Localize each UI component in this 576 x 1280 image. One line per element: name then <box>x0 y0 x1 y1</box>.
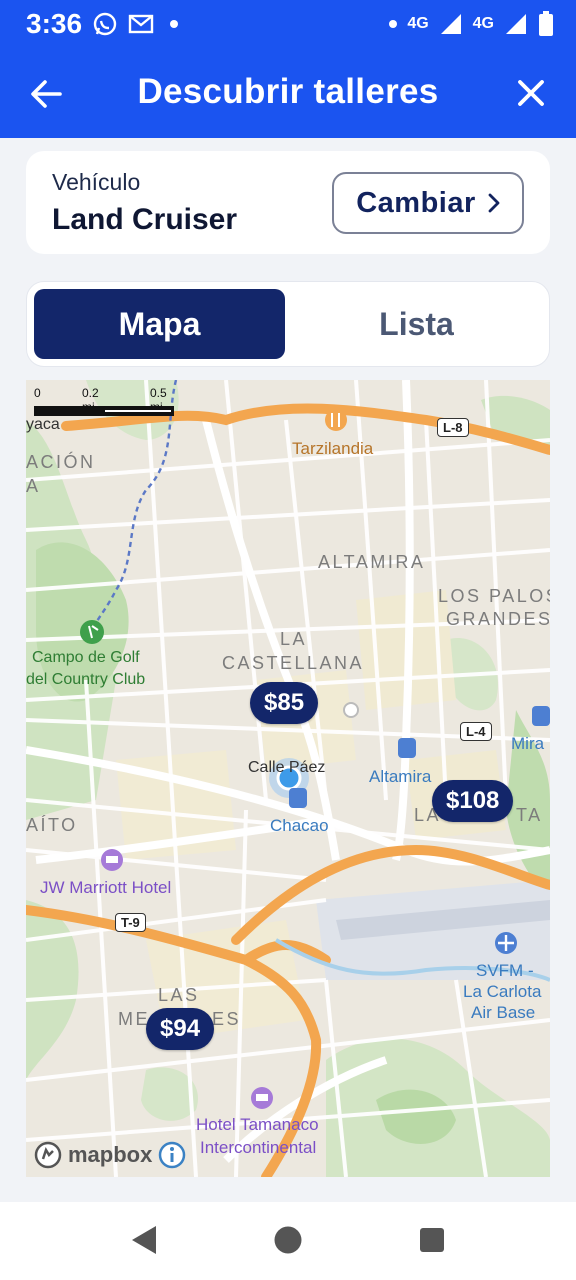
circle-home-icon[interactable] <box>273 1224 303 1256</box>
status-time: 3:36 <box>26 8 83 39</box>
map-area-label: ES <box>212 1009 242 1029</box>
map-area-label: LA <box>280 629 308 649</box>
network-type: 4G <box>407 15 429 32</box>
notification-dot <box>170 20 179 28</box>
close-icon[interactable] <box>516 78 546 108</box>
square-recents-icon[interactable] <box>418 1224 446 1256</box>
poi-label: JW Marriott Hotel <box>40 878 172 897</box>
map-area-label: ACIÓN <box>26 452 96 472</box>
road-shield: T-9 <box>115 913 146 932</box>
map-view[interactable]: 0 0.2 mi 0.5 mi yaca ACIÓN A ALTAMIRA LO… <box>26 380 550 1177</box>
price-marker[interactable]: $94 <box>146 1008 215 1050</box>
scale-zero: 0 <box>34 386 41 400</box>
map-area-label: LOS PALOS <box>438 586 550 606</box>
map-area-label: TA <box>516 805 543 825</box>
map-area-label: GRANDES <box>446 609 550 629</box>
vehicle-label: Vehículo <box>52 169 141 195</box>
poi-label: del Country Club <box>26 671 146 688</box>
map-area-label: CASTELLANA <box>222 653 365 673</box>
poi-label: Intercontinental <box>200 1138 317 1157</box>
chevron-right-icon <box>488 193 500 213</box>
poi-label: SVFM - <box>476 961 534 980</box>
map-base-layer <box>26 380 550 1177</box>
battery-icon <box>539 11 553 36</box>
status-bar: 3:36 4G 4G <box>0 0 576 48</box>
map-area-label: A <box>26 476 41 496</box>
app-bar: Descubrir talleres <box>0 48 576 138</box>
notification-dot <box>389 20 398 28</box>
mapbox-logo-text: mapbox <box>68 1142 153 1167</box>
price-marker[interactable]: $85 <box>250 682 319 724</box>
view-toggle: Mapa Lista <box>26 281 550 367</box>
poi-label: Tarzilandia <box>292 439 374 458</box>
mapbox-attribution[interactable]: mapbox <box>34 1141 186 1169</box>
change-vehicle-button[interactable]: Cambiar <box>332 172 524 234</box>
page-title: Descubrir talleres <box>137 72 439 111</box>
vehicle-name: Land Cruiser <box>52 203 238 236</box>
network-type: 4G <box>472 15 494 32</box>
whatsapp-icon <box>93 12 117 36</box>
poi-label: Hotel Tamanaco <box>196 1115 319 1134</box>
map-label: yaca <box>26 416 60 433</box>
map-area-label: AÍTO <box>26 815 78 835</box>
signal-icon <box>440 14 461 34</box>
map-area-label: ALTAMIRA <box>318 552 426 572</box>
scale-bar <box>34 406 174 416</box>
tab-list[interactable]: Lista <box>289 289 544 359</box>
info-icon[interactable] <box>158 1141 186 1169</box>
poi-label: Mira <box>511 734 545 753</box>
poi-label: Campo de Golf <box>32 649 140 666</box>
vehicle-card: Vehículo Land Cruiser Cambiar <box>26 151 550 254</box>
poi-label: Altamira <box>369 767 432 786</box>
road-shield: L-4 <box>460 722 492 741</box>
triangle-back-icon[interactable] <box>130 1224 158 1256</box>
system-nav-bar <box>0 1202 576 1280</box>
tab-map[interactable]: Mapa <box>34 289 285 359</box>
road-shield: L-8 <box>437 418 469 437</box>
map-area-label: LAS <box>158 985 200 1005</box>
poi-label: Chacao <box>270 816 329 835</box>
price-marker[interactable]: $108 <box>432 780 514 822</box>
gmail-icon <box>128 14 154 34</box>
mapbox-logo-icon <box>34 1141 62 1169</box>
poi-label: La Carlota <box>463 982 542 1001</box>
signal-icon <box>506 14 526 34</box>
street-label: Calle Páez <box>248 759 326 776</box>
poi-label: Air Base <box>471 1003 536 1022</box>
change-button-label: Cambiar <box>356 186 476 219</box>
